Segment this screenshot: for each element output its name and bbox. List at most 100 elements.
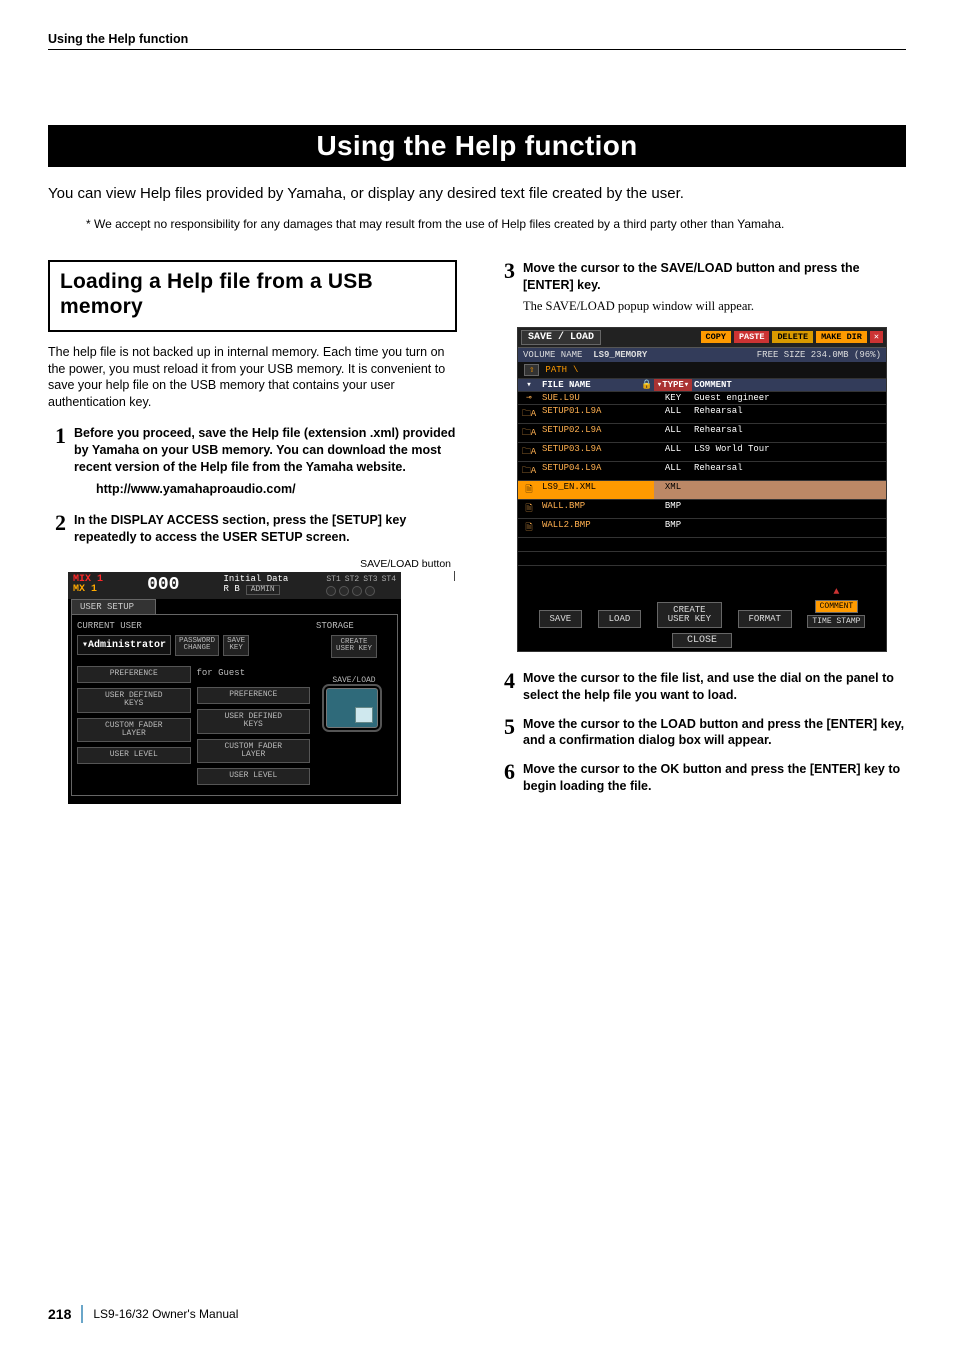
close-button[interactable]: CLOSE: [672, 633, 732, 648]
scene-number: 000: [147, 575, 179, 595]
copy-button[interactable]: COPY: [701, 331, 731, 343]
st-indicator-icon: [352, 586, 362, 596]
popup-title: SAVE / LOAD: [521, 330, 601, 345]
delete-button[interactable]: DELETE: [772, 331, 813, 343]
lock-cell: [640, 392, 654, 404]
file-name: WALL.BMP: [540, 500, 640, 518]
file-type-icon: 🗀A: [518, 424, 540, 442]
comment-cell: Rehearsal: [692, 405, 886, 423]
step-number: 2: [48, 512, 66, 546]
paste-button[interactable]: PASTE: [734, 331, 770, 343]
user-setup-screenshot: MIX 1 MX 1 000 Initial Data R B ADMIN ST…: [68, 572, 401, 804]
free-size: FREE SIZE 234.0MB (96%): [757, 350, 881, 360]
file-row[interactable]: 🗎WALL2.BMPBMP: [518, 518, 886, 537]
section-body-paragraph: The help file is not backed up in intern…: [48, 344, 457, 412]
file-row[interactable]: ⊸SUE.L9U KEYGuest engineer: [518, 391, 886, 404]
saveload-button[interactable]: [326, 688, 378, 728]
file-type-icon: 🗎: [518, 500, 540, 518]
st2-label: ST2: [345, 575, 359, 584]
custom-fader-layer-guest-button[interactable]: CUSTOM FADER LAYER: [197, 739, 311, 764]
comment-cell: Guest engineer: [692, 392, 886, 404]
lock-cell: [640, 405, 654, 423]
file-row[interactable]: 🗎WALL.BMP BMP: [518, 499, 886, 518]
st3-label: ST3: [363, 575, 377, 584]
comment-tab[interactable]: COMMENT: [815, 600, 859, 613]
save-button[interactable]: SAVE: [539, 610, 583, 628]
st-indicator-icon: [339, 586, 349, 596]
path-label: PATH: [545, 365, 567, 375]
up-directory-button[interactable]: ⇧: [524, 364, 539, 376]
user-defined-keys-button[interactable]: USER DEFINED KEYS: [77, 688, 191, 713]
header-type[interactable]: ▾TYPE▾: [654, 379, 692, 391]
comment-cell: [692, 519, 886, 537]
format-button[interactable]: FORMAT: [738, 610, 792, 628]
user-setup-tab[interactable]: USER SETUP: [71, 599, 156, 614]
file-row[interactable]: 🗎LS9_EN.XMLXML: [518, 480, 886, 499]
file-name: SETUP02.L9A: [540, 424, 640, 442]
two-column-layout: Loading a Help file from a USB memory Th…: [48, 260, 906, 807]
file-row[interactable]: 🗀ASETUP03.L9AALLLS9 World Tour: [518, 442, 886, 461]
section-heading: Loading a Help file from a USB memory: [60, 270, 445, 320]
file-name: SUE.L9U: [540, 392, 640, 404]
comment-cell: LS9 World Tour: [692, 443, 886, 461]
step-text: Move the cursor to the OK button and pre…: [523, 761, 906, 795]
empty-row: [518, 537, 886, 551]
step-number: 1: [48, 425, 66, 476]
timestamp-tab[interactable]: TIME STAMP: [807, 615, 865, 628]
step-text: Move the cursor to the file list, and us…: [523, 670, 906, 704]
user-level-guest-button[interactable]: USER LEVEL: [197, 768, 311, 784]
footer-divider: [81, 1305, 83, 1323]
file-list-header: ▾ FILE NAME 🔒 ▾TYPE▾ COMMENT: [518, 378, 886, 391]
makedir-button[interactable]: MAKE DIR: [816, 331, 867, 343]
file-row[interactable]: 🗀ASETUP04.L9AALLRehearsal: [518, 461, 886, 480]
st-indicator-icon: [365, 586, 375, 596]
user-level-button[interactable]: USER LEVEL: [77, 747, 191, 763]
load-button[interactable]: LOAD: [598, 610, 642, 628]
header-comment[interactable]: COMMENT: [692, 379, 886, 391]
file-type-icon: 🗀A: [518, 405, 540, 423]
preference-guest-button[interactable]: PREFERENCE: [197, 687, 311, 703]
preference-button[interactable]: PREFERENCE: [77, 666, 191, 682]
volume-label: VOLUME NAME: [523, 350, 582, 360]
type-cell: BMP: [654, 500, 692, 518]
header-filename[interactable]: FILE NAME: [540, 379, 640, 391]
lock-cell: [640, 462, 654, 480]
disclaimer-paragraph: * We accept no responsibility for any da…: [86, 216, 906, 232]
file-list[interactable]: ⊸SUE.L9U KEYGuest engineer🗀ASETUP01.L9AAL…: [518, 391, 886, 537]
type-cell: KEY: [654, 392, 692, 404]
step-2: 2 In the DISPLAY ACCESS section, press t…: [48, 512, 457, 546]
lock-cell: [640, 443, 654, 461]
close-button-row: CLOSE: [518, 632, 886, 651]
create-user-key-button[interactable]: CREATE USER KEY: [331, 635, 377, 659]
lock-icon: 🔒: [640, 379, 654, 391]
lock-cell: [640, 500, 654, 518]
lock-cell: [640, 424, 654, 442]
comment-cell: Rehearsal: [692, 424, 886, 442]
password-change-button[interactable]: PASSWORD CHANGE: [175, 635, 219, 657]
st4-label: ST4: [382, 575, 396, 584]
user-defined-keys-guest-button[interactable]: USER DEFINED KEYS: [197, 709, 311, 734]
step-text: Move the cursor to the SAVE/LOAD button …: [523, 260, 906, 315]
administrator-selector[interactable]: ▾Administrator: [77, 635, 171, 655]
file-row[interactable]: 🗀ASETUP02.L9A ALLRehearsal: [518, 423, 886, 442]
volume-name: LS9_MEMORY: [593, 350, 647, 360]
save-key-button[interactable]: SAVE KEY: [223, 635, 249, 657]
custom-fader-layer-button[interactable]: CUSTOM FADER LAYER: [77, 718, 191, 743]
figure-callout-label: SAVE/LOAD button: [48, 558, 457, 570]
step-6: 6 Move the cursor to the OK button and p…: [497, 761, 906, 795]
file-row[interactable]: 🗀ASETUP01.L9AALLRehearsal: [518, 404, 886, 423]
file-type-icon: 🗀A: [518, 462, 540, 480]
step-number: 4: [497, 670, 515, 704]
create-user-key-button[interactable]: CREATE USER KEY: [657, 602, 722, 628]
type-cell: XML: [654, 481, 692, 499]
storage-label: STORAGE: [316, 621, 392, 631]
file-type-icon: ⊸: [518, 392, 540, 404]
page-number: 218: [48, 1306, 71, 1322]
left-column: Loading a Help file from a USB memory Th…: [48, 260, 457, 807]
running-head: Using the Help function: [48, 32, 906, 50]
page-title: Using the Help function: [48, 125, 906, 167]
close-icon[interactable]: ✕: [870, 331, 883, 343]
type-cell: ALL: [654, 424, 692, 442]
lock-cell: [640, 519, 654, 537]
file-type-icon: 🗀A: [518, 443, 540, 461]
